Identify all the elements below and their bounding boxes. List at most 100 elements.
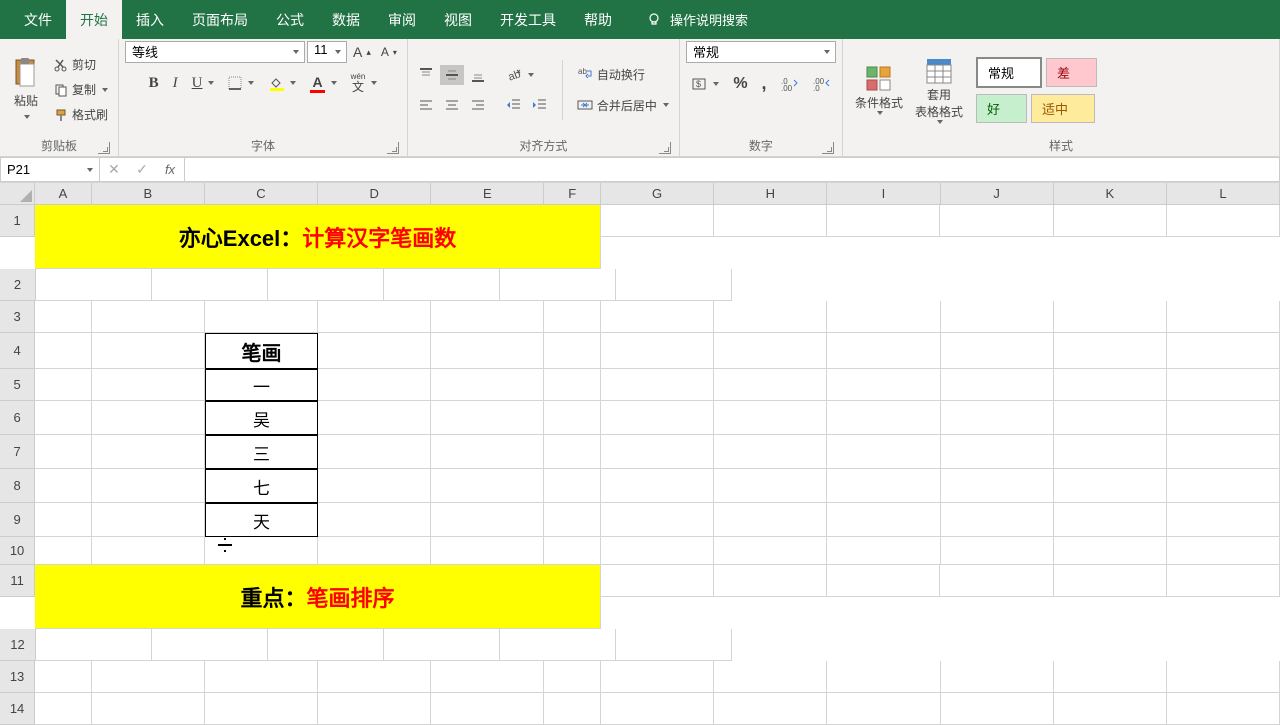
row-header[interactable]: 6 bbox=[0, 401, 35, 435]
cell[interactable] bbox=[601, 369, 714, 401]
cell[interactable]: 笔画 bbox=[205, 333, 318, 369]
cell[interactable] bbox=[1167, 565, 1280, 597]
cell[interactable] bbox=[544, 333, 601, 369]
format-table-button[interactable]: 套用 表格格式 bbox=[909, 54, 969, 126]
cell[interactable] bbox=[544, 369, 601, 401]
cell[interactable] bbox=[827, 661, 940, 693]
cell[interactable] bbox=[827, 693, 940, 725]
cell[interactable] bbox=[92, 503, 205, 537]
cell[interactable] bbox=[500, 269, 616, 301]
row-header[interactable]: 8 bbox=[0, 469, 35, 503]
cell[interactable] bbox=[318, 301, 431, 333]
cell[interactable] bbox=[1167, 537, 1280, 565]
cell[interactable] bbox=[940, 565, 1053, 597]
bold-button[interactable]: B bbox=[145, 73, 163, 94]
cell[interactable]: 一 bbox=[205, 369, 318, 401]
cell[interactable] bbox=[1167, 369, 1280, 401]
cell[interactable] bbox=[152, 629, 268, 661]
cell[interactable] bbox=[714, 693, 827, 725]
cell[interactable] bbox=[616, 629, 732, 661]
cell[interactable] bbox=[601, 503, 714, 537]
enter-formula-button[interactable]: ✓ bbox=[128, 161, 156, 178]
row-header[interactable]: 1 bbox=[0, 205, 35, 237]
copy-button[interactable]: 复制 bbox=[50, 79, 112, 100]
tab-dev[interactable]: 开发工具 bbox=[486, 0, 570, 40]
row-header[interactable]: 10 bbox=[0, 537, 35, 565]
cell[interactable] bbox=[205, 693, 318, 725]
spreadsheet-grid[interactable]: ABCDEFGHIJKL 1亦心Excel：计算汉字笔画数234笔画5一6吴7三… bbox=[0, 183, 1280, 725]
number-format-combo[interactable]: 常规 bbox=[686, 41, 836, 63]
cell[interactable] bbox=[714, 369, 827, 401]
cell[interactable] bbox=[92, 435, 205, 469]
cell[interactable] bbox=[36, 269, 152, 301]
row-header[interactable]: 13 bbox=[0, 661, 35, 693]
orientation-button[interactable]: ab bbox=[502, 65, 538, 85]
column-header[interactable]: B bbox=[92, 183, 205, 205]
cell[interactable] bbox=[601, 333, 714, 369]
cell[interactable] bbox=[318, 469, 431, 503]
tab-home[interactable]: 开始 bbox=[66, 0, 122, 40]
cell[interactable] bbox=[601, 205, 714, 237]
cell[interactable] bbox=[601, 401, 714, 435]
cell[interactable] bbox=[827, 565, 940, 597]
cell[interactable] bbox=[714, 469, 827, 503]
row-header[interactable]: 14 bbox=[0, 693, 35, 725]
cell[interactable] bbox=[318, 401, 431, 435]
wrap-text-button[interactable]: ab自动换行 bbox=[573, 64, 673, 85]
underline-button[interactable]: U bbox=[188, 73, 219, 94]
cell[interactable] bbox=[431, 301, 544, 333]
cell[interactable] bbox=[1167, 661, 1280, 693]
border-button[interactable] bbox=[224, 74, 258, 92]
cell[interactable] bbox=[431, 661, 544, 693]
cell[interactable] bbox=[1167, 333, 1280, 369]
cell[interactable] bbox=[431, 503, 544, 537]
tell-me-search[interactable]: 操作说明搜索 bbox=[646, 10, 748, 29]
column-header[interactable]: J bbox=[941, 183, 1054, 205]
cell[interactable] bbox=[1167, 469, 1280, 503]
paste-dropdown[interactable] bbox=[22, 109, 30, 123]
style-good[interactable]: 好 bbox=[976, 94, 1027, 123]
cell[interactable] bbox=[616, 269, 732, 301]
cell[interactable] bbox=[1054, 537, 1167, 565]
cell[interactable] bbox=[431, 333, 544, 369]
cell[interactable] bbox=[1054, 301, 1167, 333]
increase-indent-button[interactable] bbox=[528, 95, 552, 115]
align-left-button[interactable] bbox=[414, 95, 438, 115]
decrease-font-button[interactable]: A▾ bbox=[377, 43, 401, 61]
align-top-button[interactable] bbox=[414, 65, 438, 85]
cell[interactable] bbox=[205, 537, 318, 565]
phonetic-button[interactable]: wén文 bbox=[347, 71, 382, 95]
cell[interactable] bbox=[1167, 503, 1280, 537]
formula-input[interactable] bbox=[185, 157, 1280, 182]
tab-review[interactable]: 审阅 bbox=[374, 0, 430, 40]
cell[interactable] bbox=[500, 629, 616, 661]
cell[interactable]: 亦心Excel：计算汉字笔画数 bbox=[35, 205, 601, 269]
column-header[interactable]: D bbox=[318, 183, 431, 205]
cell[interactable] bbox=[827, 469, 940, 503]
cell[interactable] bbox=[92, 661, 205, 693]
font-name-combo[interactable]: 等线 bbox=[125, 41, 305, 63]
cell[interactable] bbox=[941, 333, 1054, 369]
tab-view[interactable]: 视图 bbox=[430, 0, 486, 40]
cell[interactable]: 重点：笔画排序 bbox=[35, 565, 601, 629]
align-center-button[interactable] bbox=[440, 95, 464, 115]
column-header[interactable]: K bbox=[1054, 183, 1167, 205]
cell[interactable] bbox=[941, 503, 1054, 537]
cell[interactable]: 七 bbox=[205, 469, 318, 503]
conditional-format-button[interactable]: 条件格式 bbox=[849, 62, 909, 117]
cell[interactable] bbox=[1054, 693, 1167, 725]
cell[interactable] bbox=[1054, 565, 1167, 597]
cell[interactable] bbox=[92, 369, 205, 401]
cell[interactable] bbox=[152, 269, 268, 301]
number-dialog-launcher[interactable] bbox=[822, 142, 834, 154]
cell[interactable] bbox=[827, 205, 940, 237]
cell[interactable] bbox=[714, 435, 827, 469]
cell[interactable] bbox=[318, 503, 431, 537]
cell[interactable] bbox=[431, 469, 544, 503]
cell[interactable] bbox=[92, 401, 205, 435]
cell[interactable] bbox=[601, 469, 714, 503]
tab-help[interactable]: 帮助 bbox=[570, 0, 626, 40]
cell[interactable] bbox=[601, 537, 714, 565]
cell[interactable] bbox=[941, 537, 1054, 565]
cell[interactable] bbox=[827, 301, 940, 333]
